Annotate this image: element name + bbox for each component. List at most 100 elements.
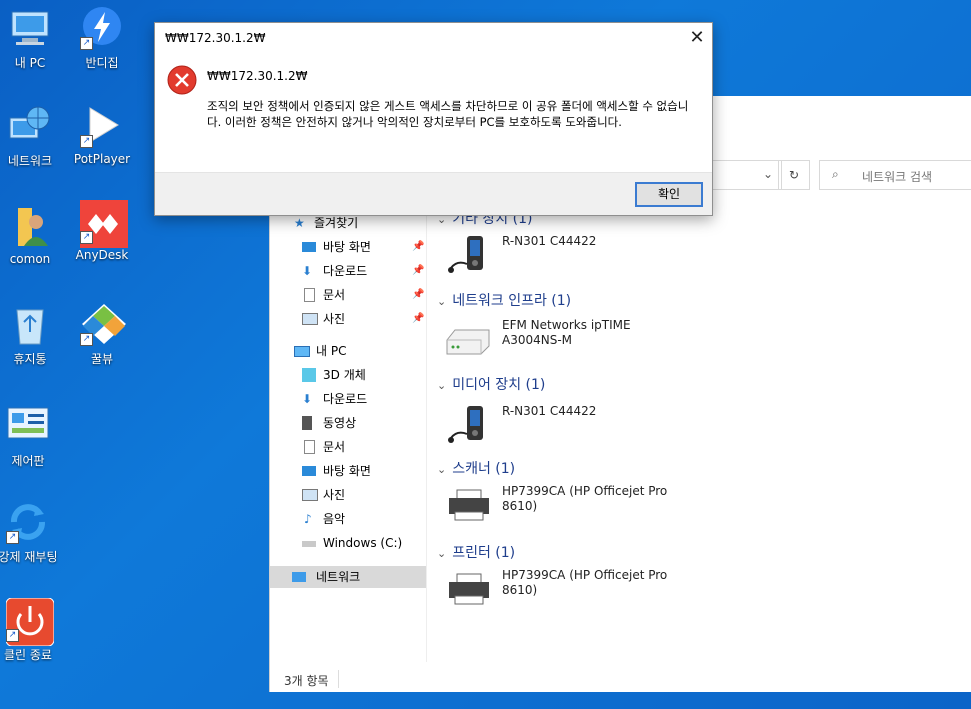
nav-pc-desktop[interactable]: 바탕 화면 bbox=[270, 460, 426, 482]
pin-icon: 📌 bbox=[412, 313, 425, 324]
nav-pc-documents[interactable]: 문서 bbox=[270, 436, 426, 458]
nav-quick-downloads[interactable]: ⬇ 다운로드 📌 bbox=[270, 260, 426, 282]
group-header-network-infrastructure[interactable]: ⌄ 네트워크 인프라 (1) bbox=[437, 290, 571, 310]
nav-label: 3D 개체 bbox=[323, 368, 366, 382]
computer-icon bbox=[294, 346, 310, 357]
search-icon: ⌕ bbox=[832, 167, 839, 181]
shortcut-arrow-icon: ↗ bbox=[80, 37, 93, 50]
group-header-printers[interactable]: ⌄ 프린터 (1) bbox=[437, 542, 515, 562]
reboot-icon: ↗ bbox=[6, 500, 50, 544]
pin-icon: 📌 bbox=[412, 289, 425, 300]
ok-button[interactable]: 확인 bbox=[635, 182, 703, 207]
search-input[interactable]: ⌕ 네트워크 검색 bbox=[819, 160, 971, 190]
nav-pc-windows-c[interactable]: Windows (C:) bbox=[270, 532, 426, 554]
desktop-icon-label: 휴지통 bbox=[13, 352, 47, 366]
group-title: 스캐너 (1) bbox=[452, 461, 516, 477]
pictures-icon bbox=[302, 313, 318, 325]
error-icon bbox=[167, 65, 197, 95]
nav-pc-videos[interactable]: 동영상 bbox=[270, 412, 426, 434]
nav-network[interactable]: 네트워크 bbox=[270, 566, 426, 588]
nav-this-pc[interactable]: 내 PC bbox=[270, 340, 426, 362]
nav-label: 네트워크 bbox=[316, 570, 361, 584]
drive-icon bbox=[302, 541, 316, 547]
desktop-icon-bandizip[interactable]: ↗ 반디집 bbox=[62, 6, 142, 71]
nav-pc-downloads[interactable]: ⬇ 다운로드 bbox=[270, 388, 426, 410]
chevron-down-icon[interactable]: ⌄ bbox=[763, 167, 773, 181]
printer-icon bbox=[445, 568, 493, 612]
document-icon bbox=[304, 440, 315, 454]
nav-quick-pictures[interactable]: 사진 📌 bbox=[270, 308, 426, 330]
desktop-icon-my-pc[interactable]: 내 PC bbox=[0, 6, 70, 71]
group-title: 네트워크 인프라 (1) bbox=[452, 293, 572, 309]
status-divider bbox=[338, 670, 339, 688]
nav-label: 다운로드 bbox=[323, 264, 368, 278]
media-player-icon bbox=[445, 404, 493, 448]
desktop-icon-label: 꿀뷰 bbox=[90, 352, 114, 366]
desktop-folder-icon bbox=[302, 466, 316, 476]
chevron-down-icon: ⌄ bbox=[437, 463, 447, 476]
device-label: HP7399CA (HP Officejet Pro 8610) bbox=[502, 568, 668, 597]
shortcut-arrow-icon: ↗ bbox=[6, 531, 19, 544]
nav-quick-documents[interactable]: 문서 📌 bbox=[270, 284, 426, 306]
desktop-folder-icon bbox=[302, 242, 316, 252]
desktop-icon-label: 네트워크 bbox=[7, 154, 53, 168]
desktop-icon-network[interactable]: 네트워크 bbox=[0, 104, 70, 169]
desktop-icon-label: 내 PC bbox=[14, 56, 46, 70]
computer-icon bbox=[8, 6, 52, 50]
nav-label: 사진 bbox=[323, 312, 346, 326]
group-title: 프린터 (1) bbox=[452, 545, 516, 561]
group-header-scanners[interactable]: ⌄ 스캐너 (1) bbox=[437, 458, 515, 478]
dialog-footer: 확인 bbox=[155, 172, 712, 215]
desktop-icon-recycle-bin[interactable]: 휴지통 bbox=[0, 302, 70, 367]
close-button[interactable]: ✕ bbox=[682, 23, 712, 53]
desktop-icon-label: 강제 재부팅 bbox=[0, 550, 58, 564]
status-bar: 3개 항목 bbox=[270, 668, 971, 692]
shortcut-arrow-icon: ↗ bbox=[80, 231, 93, 244]
desktop-icon-clean-shutdown[interactable]: ↗ 클린 종료 bbox=[0, 597, 68, 663]
desktop-icon-label: 제어판 bbox=[11, 454, 45, 468]
user-folder-icon bbox=[8, 204, 52, 248]
router-icon bbox=[445, 318, 493, 362]
nav-quick-desktop[interactable]: 바탕 화면 📌 bbox=[270, 236, 426, 258]
download-arrow-icon: ⬇ bbox=[302, 392, 313, 406]
nav-pc-music[interactable]: ♪ 음악 bbox=[270, 508, 426, 530]
music-note-icon: ♪ bbox=[304, 512, 312, 526]
play-icon: ↗ bbox=[80, 104, 124, 148]
error-dialog: ₩₩172.30.1.2₩ ✕ ₩₩172.30.1.2₩ 조직의 보안 정책에… bbox=[154, 22, 713, 216]
desktop-icon-comon[interactable]: comon bbox=[0, 204, 70, 266]
nav-label: 동영상 bbox=[323, 416, 357, 430]
shortcut-arrow-icon: ↗ bbox=[80, 135, 93, 148]
navigation-pane: ★ 즐겨찾기 바탕 화면 📌 ⬇ 다운로드 📌 문서 📌 사진 📌 내 PC 3… bbox=[270, 212, 427, 662]
dialog-heading: ₩₩172.30.1.2₩ bbox=[207, 69, 308, 83]
nav-label: 문서 bbox=[323, 288, 346, 302]
nav-pc-pictures[interactable]: 사진 bbox=[270, 484, 426, 506]
desktop-icon-anydesk[interactable]: ↗ AnyDesk bbox=[62, 200, 142, 262]
shortcut-arrow-icon: ↗ bbox=[6, 629, 19, 642]
chevron-down-icon: ⌄ bbox=[437, 547, 447, 560]
device-label: EFM Networks ipTIME A3004NS-M bbox=[502, 318, 631, 347]
desktop-icon-label: PotPlayer bbox=[73, 152, 131, 166]
nav-label: 바탕 화면 bbox=[323, 240, 371, 254]
dialog-title: ₩₩172.30.1.2₩ bbox=[165, 31, 266, 45]
nav-label: 바탕 화면 bbox=[323, 464, 371, 478]
honeyview-icon: ↗ bbox=[80, 302, 126, 346]
desktop-icon-potplayer[interactable]: ↗ PotPlayer bbox=[62, 104, 142, 166]
search-placeholder: 네트워크 검색 bbox=[862, 170, 933, 184]
document-icon bbox=[304, 288, 315, 302]
desktop-icon-reboot[interactable]: ↗ 강제 재부팅 bbox=[0, 500, 68, 565]
desktop-icon-honeyview[interactable]: ↗ 꿀뷰 bbox=[62, 302, 142, 367]
shortcut-arrow-icon: ↗ bbox=[80, 333, 93, 346]
pin-icon: 📌 bbox=[412, 265, 425, 276]
nav-pc-3d-objects[interactable]: 3D 개체 bbox=[270, 364, 426, 386]
group-header-media-devices[interactable]: ⌄ 미디어 장치 (1) bbox=[437, 374, 545, 394]
desktop-icon-label: 클린 종료 bbox=[4, 648, 52, 662]
chevron-down-icon: ⌄ bbox=[437, 379, 447, 392]
refresh-button[interactable]: ↻ bbox=[778, 160, 810, 190]
close-icon: ✕ bbox=[689, 27, 705, 48]
dialog-message: 조직의 보안 정책에서 인증되지 않은 게스트 액세스를 차단하므로 이 공유 … bbox=[207, 99, 689, 129]
desktop-icon-label: 반디집 bbox=[85, 56, 119, 70]
film-icon bbox=[302, 416, 312, 430]
desktop-icon-label: comon bbox=[9, 252, 51, 266]
pin-icon: 📌 bbox=[412, 241, 425, 252]
desktop-icon-control-panel[interactable]: 제어판 bbox=[0, 404, 68, 469]
